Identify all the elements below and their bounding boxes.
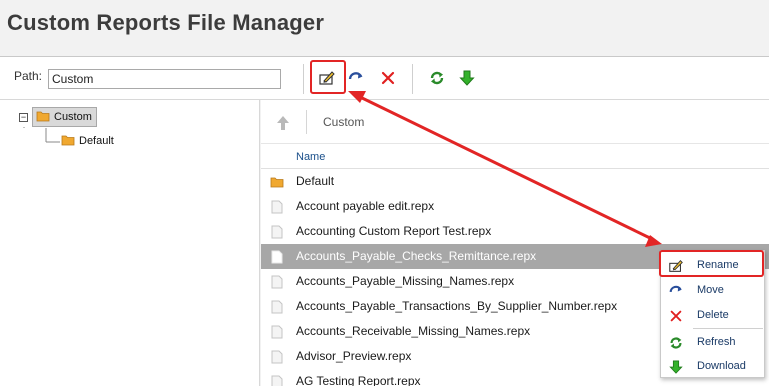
folder-icon	[61, 134, 75, 149]
arrow-up-icon	[275, 116, 291, 135]
context-menu-move[interactable]: Move	[661, 278, 764, 303]
toolbar-separator	[303, 64, 304, 94]
file-name: Accounts_Payable_Missing_Names.repx	[296, 274, 515, 288]
context-menu-rename[interactable]: Rename	[661, 253, 764, 278]
context-menu-delete[interactable]: Delete	[661, 303, 764, 328]
navigate-up-button[interactable]	[275, 114, 291, 132]
context-menu-label: Move	[697, 284, 724, 296]
file-icon	[270, 275, 284, 289]
file-icon	[270, 325, 284, 339]
file-icon	[270, 225, 284, 239]
toolbar: Path:	[0, 56, 769, 100]
download-icon	[459, 69, 475, 90]
file-row[interactable]: Default	[261, 169, 769, 194]
file-row[interactable]: Accounting Custom Report Test.repx	[261, 219, 769, 244]
delete-icon	[380, 70, 396, 89]
refresh-button[interactable]	[425, 67, 449, 91]
toolbar-separator	[412, 64, 413, 94]
move-icon	[347, 69, 365, 90]
path-input[interactable]	[48, 69, 281, 89]
context-menu-refresh[interactable]: Refresh	[661, 330, 764, 355]
context-menu-label: Delete	[697, 309, 729, 321]
file-name: AG Testing Report.repx	[296, 374, 421, 386]
column-header: Name	[261, 144, 769, 169]
file-name: Accounting Custom Report Test.repx	[296, 224, 492, 238]
refresh-icon	[428, 69, 446, 90]
tree-collapse-toggle[interactable]: −	[19, 113, 28, 122]
breadcrumb: Custom	[261, 100, 769, 144]
rename-icon	[667, 257, 685, 275]
context-menu: Rename Move Delete Refresh Download	[660, 250, 765, 378]
download-button[interactable]	[455, 67, 479, 91]
file-row[interactable]: Account payable edit.repx	[261, 194, 769, 219]
refresh-icon	[667, 334, 685, 352]
breadcrumb-separator	[306, 110, 307, 134]
column-name-header[interactable]: Name	[296, 151, 325, 163]
tree-node-label: Default	[79, 135, 114, 147]
path-label: Path:	[14, 69, 43, 83]
folder-icon	[36, 110, 50, 125]
file-name: Accounts_Payable_Checks_Remittance.repx	[296, 249, 537, 263]
file-icon	[270, 200, 284, 214]
move-button[interactable]	[344, 67, 368, 91]
rename-icon	[318, 69, 336, 90]
page-title: Custom Reports File Manager	[7, 10, 325, 35]
file-icon	[270, 350, 284, 364]
context-menu-label: Rename	[697, 259, 739, 271]
rename-button[interactable]	[315, 67, 339, 91]
folder-tree: − Custom Default	[0, 100, 260, 386]
folder-icon	[270, 175, 284, 189]
file-name: Account payable edit.repx	[296, 199, 435, 213]
file-icon	[270, 375, 284, 386]
tree-node-default[interactable]: Default	[61, 131, 114, 151]
file-name: Accounts_Receivable_Missing_Names.repx	[296, 324, 531, 338]
delete-icon	[667, 307, 685, 325]
file-name: Accounts_Payable_Transactions_By_Supplie…	[296, 299, 618, 313]
context-menu-separator	[693, 328, 763, 329]
tree-node-custom[interactable]: Custom	[32, 107, 97, 127]
file-name: Default	[296, 174, 335, 188]
file-icon	[270, 300, 284, 314]
context-menu-label: Refresh	[697, 336, 736, 348]
context-menu-download[interactable]: Download	[661, 354, 764, 379]
file-name: Advisor_Preview.repx	[296, 349, 412, 363]
breadcrumb-item[interactable]: Custom	[323, 115, 364, 129]
file-icon	[270, 250, 284, 264]
download-icon	[667, 358, 685, 376]
tree-node-label: Custom	[54, 111, 92, 123]
delete-button[interactable]	[376, 67, 400, 91]
move-icon	[667, 282, 685, 300]
context-menu-label: Download	[697, 360, 746, 372]
